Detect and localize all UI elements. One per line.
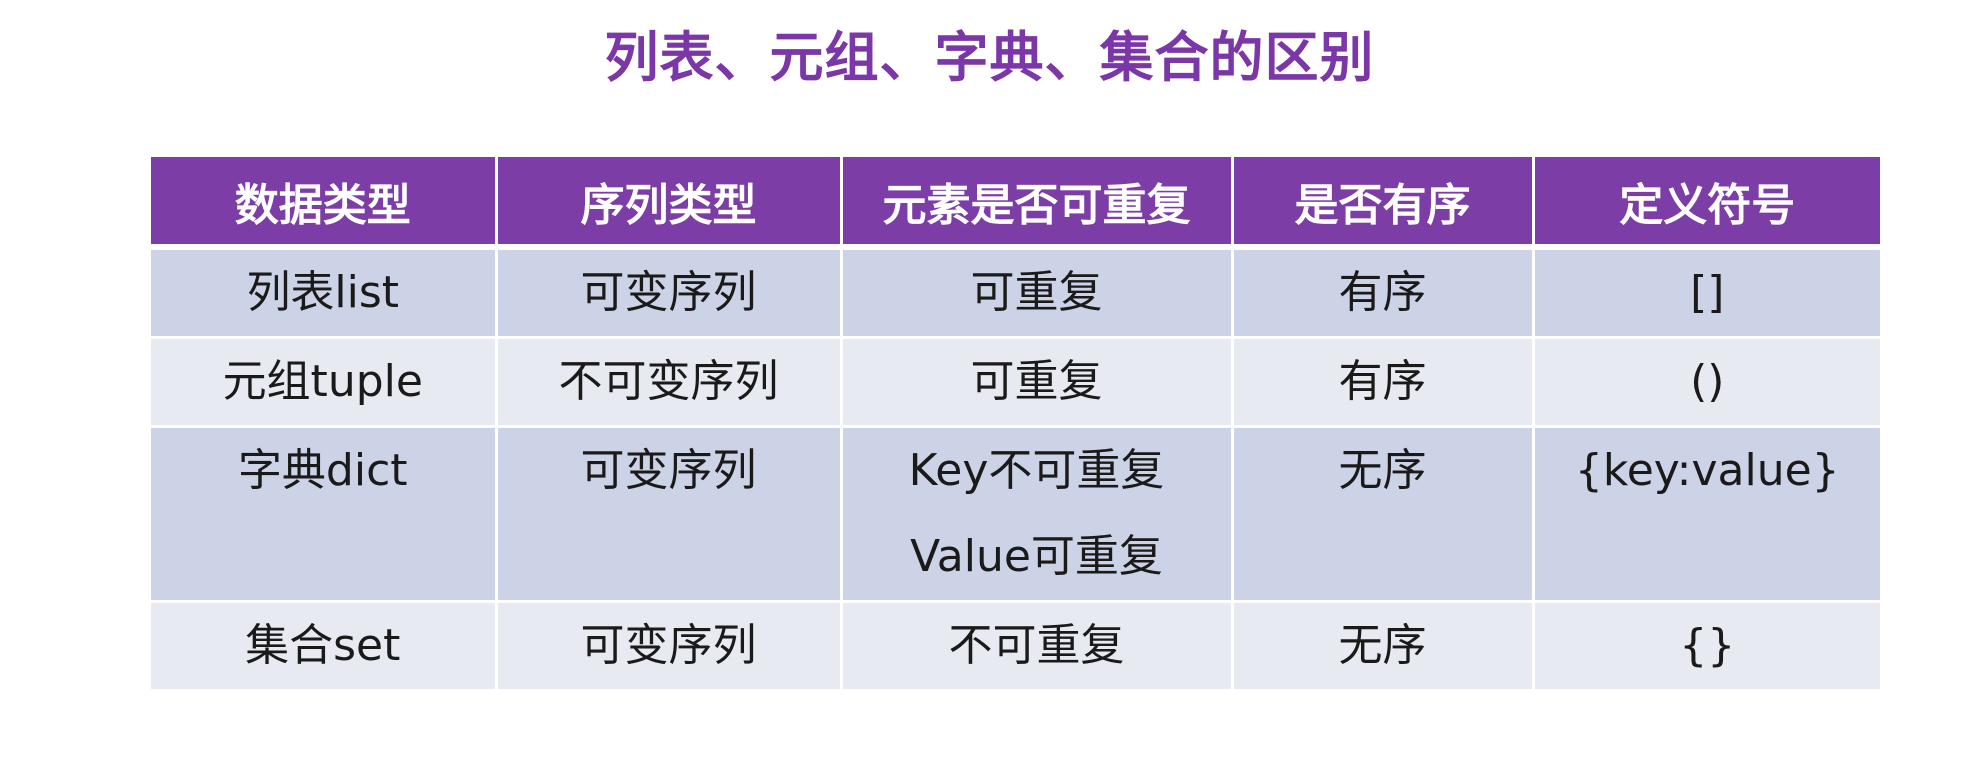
cell-duplicates: 不可重复 — [841, 601, 1234, 692]
table-row-set: 集合set 可变序列 不可重复 无序 {} — [151, 601, 1880, 692]
cell-type: 字典dict — [151, 426, 498, 603]
cell-duplicates-line: 可重复 — [970, 267, 1103, 318]
cell-sequence: 不可变序列 — [496, 337, 843, 428]
cell-duplicates: Key不可重复 Value可重复 — [841, 426, 1234, 603]
cell-sequence: 可变序列 — [496, 247, 843, 339]
header-symbol: 定义符号 — [1533, 157, 1880, 250]
cell-duplicates: 可重复 — [841, 337, 1234, 428]
cell-type: 元组tuple — [151, 337, 498, 428]
header-data-type: 数据类型 — [151, 157, 498, 250]
slide-title: 列表、元组、字典、集合的区别 — [604, 26, 1375, 89]
cell-symbol: {key:value} — [1533, 426, 1880, 603]
table-row-list: 列表list 可变序列 可重复 有序 [] — [151, 247, 1880, 339]
cell-symbol: () — [1533, 337, 1880, 428]
table-row-dict: 字典dict 可变序列 Key不可重复 Value可重复 无序 {key:val… — [151, 426, 1880, 603]
cell-sequence: 可变序列 — [496, 426, 843, 603]
table-header-row: 数据类型 序列类型 元素是否可重复 是否有序 定义符号 — [151, 157, 1880, 250]
cell-duplicates-line: Key不可重复 — [908, 445, 1165, 496]
cell-ordered: 无序 — [1232, 426, 1535, 603]
header-duplicates: 元素是否可重复 — [841, 157, 1234, 250]
cell-ordered: 有序 — [1232, 247, 1535, 339]
cell-duplicates-line: 可重复 — [970, 356, 1103, 407]
cell-duplicates: 可重复 — [841, 247, 1234, 339]
cell-type: 集合set — [151, 601, 498, 692]
cell-symbol: [] — [1533, 247, 1880, 339]
cell-sequence: 可变序列 — [496, 601, 843, 692]
header-ordered: 是否有序 — [1232, 157, 1535, 250]
cell-duplicates-line: 不可重复 — [948, 620, 1125, 671]
cell-duplicates-line: Value可重复 — [910, 531, 1163, 582]
table-row-tuple: 元组tuple 不可变序列 可重复 有序 () — [151, 337, 1880, 428]
cell-symbol: {} — [1533, 601, 1880, 692]
cell-ordered: 有序 — [1232, 337, 1535, 428]
cell-ordered: 无序 — [1232, 601, 1535, 692]
header-sequence-type: 序列类型 — [496, 157, 843, 250]
comparison-table: 数据类型 序列类型 元素是否可重复 是否有序 定义符号 列表list 可变序列 … — [151, 157, 1880, 692]
cell-type: 列表list — [151, 247, 498, 339]
